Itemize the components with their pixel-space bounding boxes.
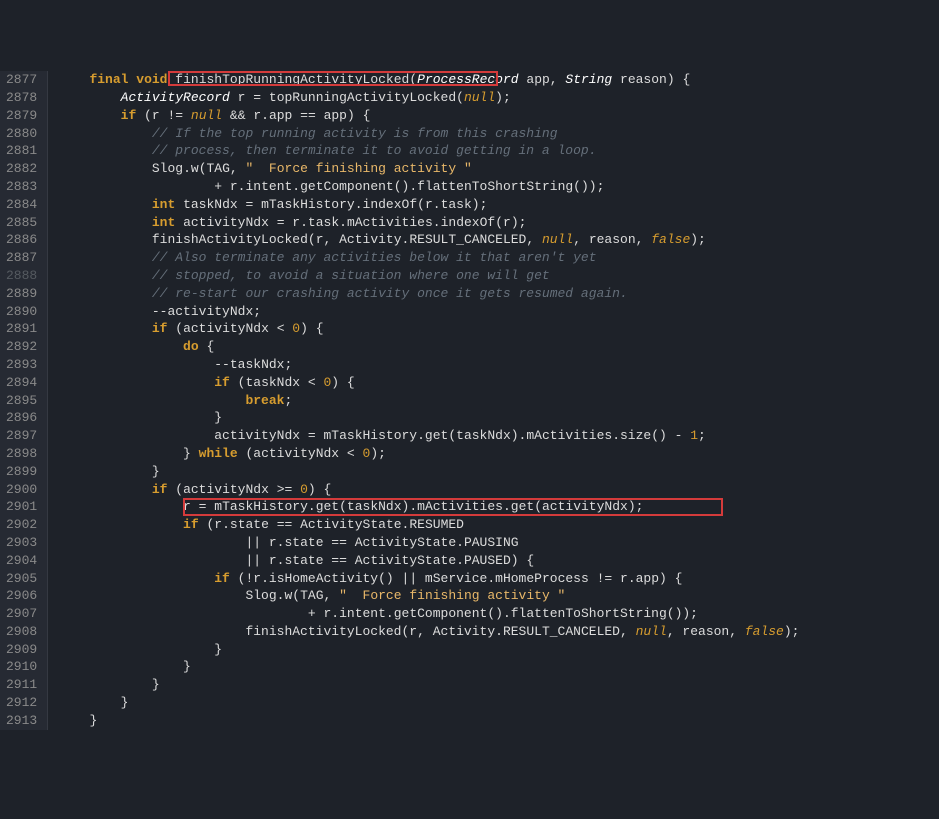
code-line: }: [58, 694, 935, 712]
code-line: int taskNdx = mTaskHistory.indexOf(r.tas…: [58, 196, 935, 214]
code-line: if (activityNdx < 0) {: [58, 320, 935, 338]
code-line: if (!r.isHomeActivity() || mService.mHom…: [58, 570, 935, 588]
line-number: 2895: [6, 392, 37, 410]
code-content[interactable]: final void finishTopRunningActivityLocke…: [48, 71, 939, 729]
code-line: + r.intent.getComponent().flattenToShort…: [58, 178, 935, 196]
line-number: 2910: [6, 658, 37, 676]
code-line: activityNdx = mTaskHistory.get(taskNdx).…: [58, 427, 935, 445]
line-number: 2882: [6, 160, 37, 178]
code-line: --taskNdx;: [58, 356, 935, 374]
line-number: 2905: [6, 570, 37, 588]
code-line: break;: [58, 392, 935, 410]
code-line: Slog.w(TAG, " Force finishing activity ": [58, 160, 935, 178]
code-line: if (r.state == ActivityState.RESUMED: [58, 516, 935, 534]
code-line: + r.intent.getComponent().flattenToShort…: [58, 605, 935, 623]
line-number: 2887: [6, 249, 37, 267]
code-line: --activityNdx;: [58, 303, 935, 321]
line-number: 2896: [6, 409, 37, 427]
code-line: if (r != null && r.app == app) {: [58, 107, 935, 125]
code-line: if (activityNdx >= 0) {: [58, 481, 935, 499]
code-line: } while (activityNdx < 0);: [58, 445, 935, 463]
line-number: 2912: [6, 694, 37, 712]
line-number-gutter: 2877287828792880288128822883288428852886…: [0, 71, 48, 729]
line-number: 2898: [6, 445, 37, 463]
line-number: 2880: [6, 125, 37, 143]
line-number: 2878: [6, 89, 37, 107]
code-line: }: [58, 658, 935, 676]
line-number: 2902: [6, 516, 37, 534]
code-line: // If the top running activity is from t…: [58, 125, 935, 143]
line-number: 2891: [6, 320, 37, 338]
line-number: 2893: [6, 356, 37, 374]
line-number: 2907: [6, 605, 37, 623]
code-line: }: [58, 641, 935, 659]
line-number: 2885: [6, 214, 37, 232]
code-line: || r.state == ActivityState.PAUSED) {: [58, 552, 935, 570]
line-number: 2889: [6, 285, 37, 303]
code-line: if (taskNdx < 0) {: [58, 374, 935, 392]
code-editor[interactable]: 2877287828792880288128822883288428852886…: [0, 71, 939, 729]
code-line: r = mTaskHistory.get(taskNdx).mActivitie…: [58, 498, 935, 516]
line-number: 2906: [6, 587, 37, 605]
code-line: final void finishTopRunningActivityLocke…: [58, 71, 935, 89]
code-line: // process, then terminate it to avoid g…: [58, 142, 935, 160]
code-line: // Also terminate any activities below i…: [58, 249, 935, 267]
line-number: 2913: [6, 712, 37, 730]
code-line: finishActivityLocked(r, Activity.RESULT_…: [58, 623, 935, 641]
code-line: finishActivityLocked(r, Activity.RESULT_…: [58, 231, 935, 249]
code-line: }: [58, 676, 935, 694]
code-line: // re-start our crashing activity once i…: [58, 285, 935, 303]
line-number: 2886: [6, 231, 37, 249]
line-number: 2904: [6, 552, 37, 570]
line-number: 2911: [6, 676, 37, 694]
code-line: int activityNdx = r.task.mActivities.ind…: [58, 214, 935, 232]
line-number: 2903: [6, 534, 37, 552]
code-line: || r.state == ActivityState.PAUSING: [58, 534, 935, 552]
code-line: }: [58, 712, 935, 730]
line-number: 2881: [6, 142, 37, 160]
line-number: 2901: [6, 498, 37, 516]
line-number: 2900: [6, 481, 37, 499]
line-number: 2899: [6, 463, 37, 481]
line-number: 2908: [6, 623, 37, 641]
code-line: // stopped, to avoid a situation where o…: [58, 267, 935, 285]
line-number: 2877: [6, 71, 37, 89]
line-number: 2897: [6, 427, 37, 445]
code-line: }: [58, 463, 935, 481]
code-line: }: [58, 409, 935, 427]
line-number: 2894: [6, 374, 37, 392]
code-line: ActivityRecord r = topRunningActivityLoc…: [58, 89, 935, 107]
code-line: do {: [58, 338, 935, 356]
code-line: Slog.w(TAG, " Force finishing activity ": [58, 587, 935, 605]
line-number: 2892: [6, 338, 37, 356]
line-number: 2890: [6, 303, 37, 321]
line-number: 2879: [6, 107, 37, 125]
line-number: 2909: [6, 641, 37, 659]
line-number: 2888: [6, 267, 37, 285]
line-number: 2884: [6, 196, 37, 214]
line-number: 2883: [6, 178, 37, 196]
